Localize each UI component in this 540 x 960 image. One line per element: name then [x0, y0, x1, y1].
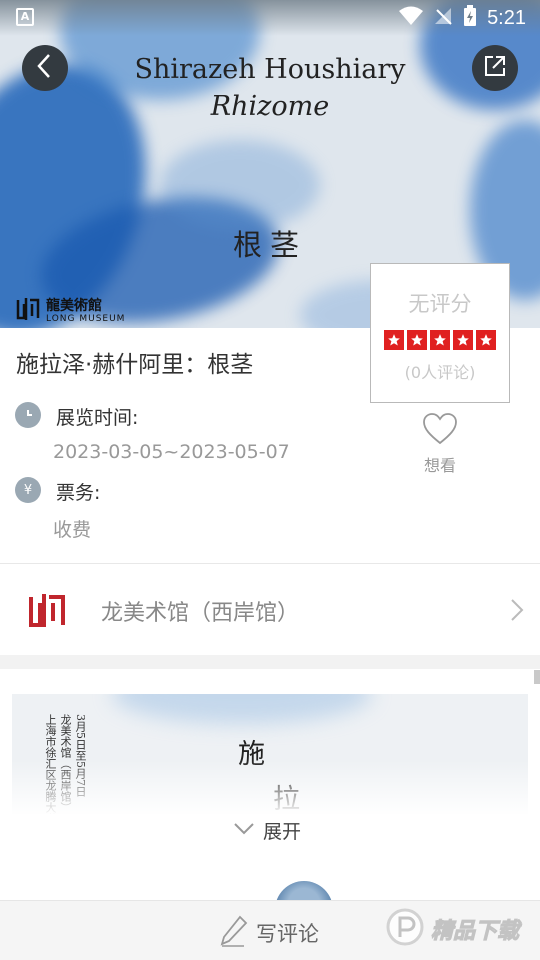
ticket-value: 收费 — [53, 519, 92, 541]
museum-logo-en: LONG MUSEUM — [46, 313, 126, 324]
status-bar: A 5:21 — [0, 0, 540, 36]
divider — [0, 563, 540, 564]
chevron-down-icon — [233, 821, 255, 840]
clock-icon — [15, 402, 41, 428]
museum-logo-cn: 龍美術館 — [46, 297, 102, 314]
rating-stars — [371, 330, 509, 350]
watermark-logo-icon — [385, 907, 425, 951]
pencil-icon — [220, 915, 248, 951]
scrollbar[interactable] — [534, 670, 540, 684]
ink-decoration — [112, 694, 372, 724]
museum-logo: 龍美術館 LONG MUSEUM — [16, 296, 125, 326]
exhibition-title: 施拉泽·赫什阿里：根茎 — [16, 352, 254, 378]
venue-row[interactable]: 龙美术馆（西岸馆） — [0, 565, 540, 655]
app-notification-icon: A — [16, 8, 34, 26]
rating-count: (0人评论) — [404, 363, 476, 382]
star-icon — [384, 330, 404, 350]
section-gap — [0, 655, 540, 669]
rating-box: 无评分 (0人评论) — [370, 263, 510, 403]
star-icon — [407, 330, 427, 350]
banner-title-en: Shirazeh Houshiary — [134, 54, 406, 85]
venue-name: 龙美术馆（西岸馆） — [101, 601, 300, 626]
want-to-see-label: 想看 — [423, 456, 456, 475]
time-label: 展览时间: — [56, 407, 139, 429]
star-icon — [476, 330, 496, 350]
banner-title-cn: 根茎 — [232, 228, 307, 262]
yen-icon: ¥ — [15, 477, 41, 503]
no-signal-icon — [433, 6, 453, 30]
chevron-right-icon — [510, 598, 524, 626]
battery-charging-icon — [463, 5, 477, 31]
expand-label: 展开 — [263, 821, 302, 843]
long-museum-logo-icon — [16, 296, 40, 326]
wifi-icon — [399, 6, 424, 30]
watermark-text: 精品下载 — [430, 919, 520, 945]
star-icon — [453, 330, 473, 350]
long-museum-logo-icon — [28, 591, 66, 633]
ink-decoration — [160, 140, 320, 230]
write-review-label: 写评论 — [256, 922, 319, 946]
status-time: 5:21 — [487, 6, 526, 29]
watermark: 精品下载 — [385, 907, 520, 951]
time-value: 2023-03-05~2023-05-07 — [53, 441, 290, 463]
expand-button[interactable]: 展开 — [233, 817, 301, 844]
rating-title: 无评分 — [408, 292, 472, 316]
write-review-button[interactable]: 写评论 — [220, 915, 319, 951]
heart-icon — [422, 413, 458, 450]
ticket-label: 票务: — [56, 482, 101, 504]
want-to-see-button[interactable]: 想看 — [418, 412, 462, 476]
star-icon — [430, 330, 450, 350]
banner-subtitle-en: Rhizome — [210, 91, 330, 122]
